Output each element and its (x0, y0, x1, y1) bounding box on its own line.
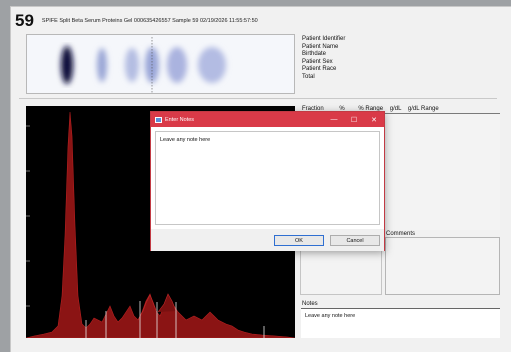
birthdate-label: Birthdate (302, 51, 327, 57)
cancel-button[interactable]: Cancel (330, 235, 380, 246)
comments-box[interactable] (385, 237, 500, 295)
app-icon (155, 116, 162, 123)
patient-race-label: Patient Race (302, 66, 337, 72)
sample-number: 59 (15, 11, 34, 30)
patient-identifier-label: Patient Identifier (302, 36, 346, 42)
divider (19, 98, 497, 99)
ok-button[interactable]: OK (274, 235, 324, 246)
dialog-titlebar[interactable]: Enter Notes — ☐ ✕ (151, 112, 384, 127)
notes-field[interactable]: Leave any note here (301, 308, 500, 338)
notes-label: Notes (302, 301, 318, 307)
enter-notes-dialog: Enter Notes — ☐ ✕ Leave any note here OK… (150, 111, 385, 251)
gel-strip-image (26, 34, 295, 94)
patient-info: Patient Identifier Patient Name Birthdat… (302, 36, 345, 81)
total-label: Total (302, 73, 315, 80)
close-icon[interactable]: ✕ (364, 112, 384, 127)
patient-sex-label: Patient Sex (302, 58, 333, 65)
dialog-title: Enter Notes (165, 116, 195, 123)
dialog-footer: OK Cancel (151, 229, 384, 251)
minimize-icon[interactable]: — (324, 112, 344, 127)
notes-textarea[interactable]: Leave any note here (155, 131, 380, 225)
sample-header: 59 SPIFE Split Beta Serum Proteins Gel 0… (15, 9, 495, 33)
gdl-col-header: g/dL (389, 106, 402, 112)
sample-info: SPIFE Split Beta Serum Proteins Gel 0006… (41, 18, 258, 24)
maximize-icon[interactable]: ☐ (344, 112, 364, 127)
patient-name-label: Patient Name (302, 43, 339, 50)
gdl-range-col-header: g/dL Range (407, 106, 439, 112)
